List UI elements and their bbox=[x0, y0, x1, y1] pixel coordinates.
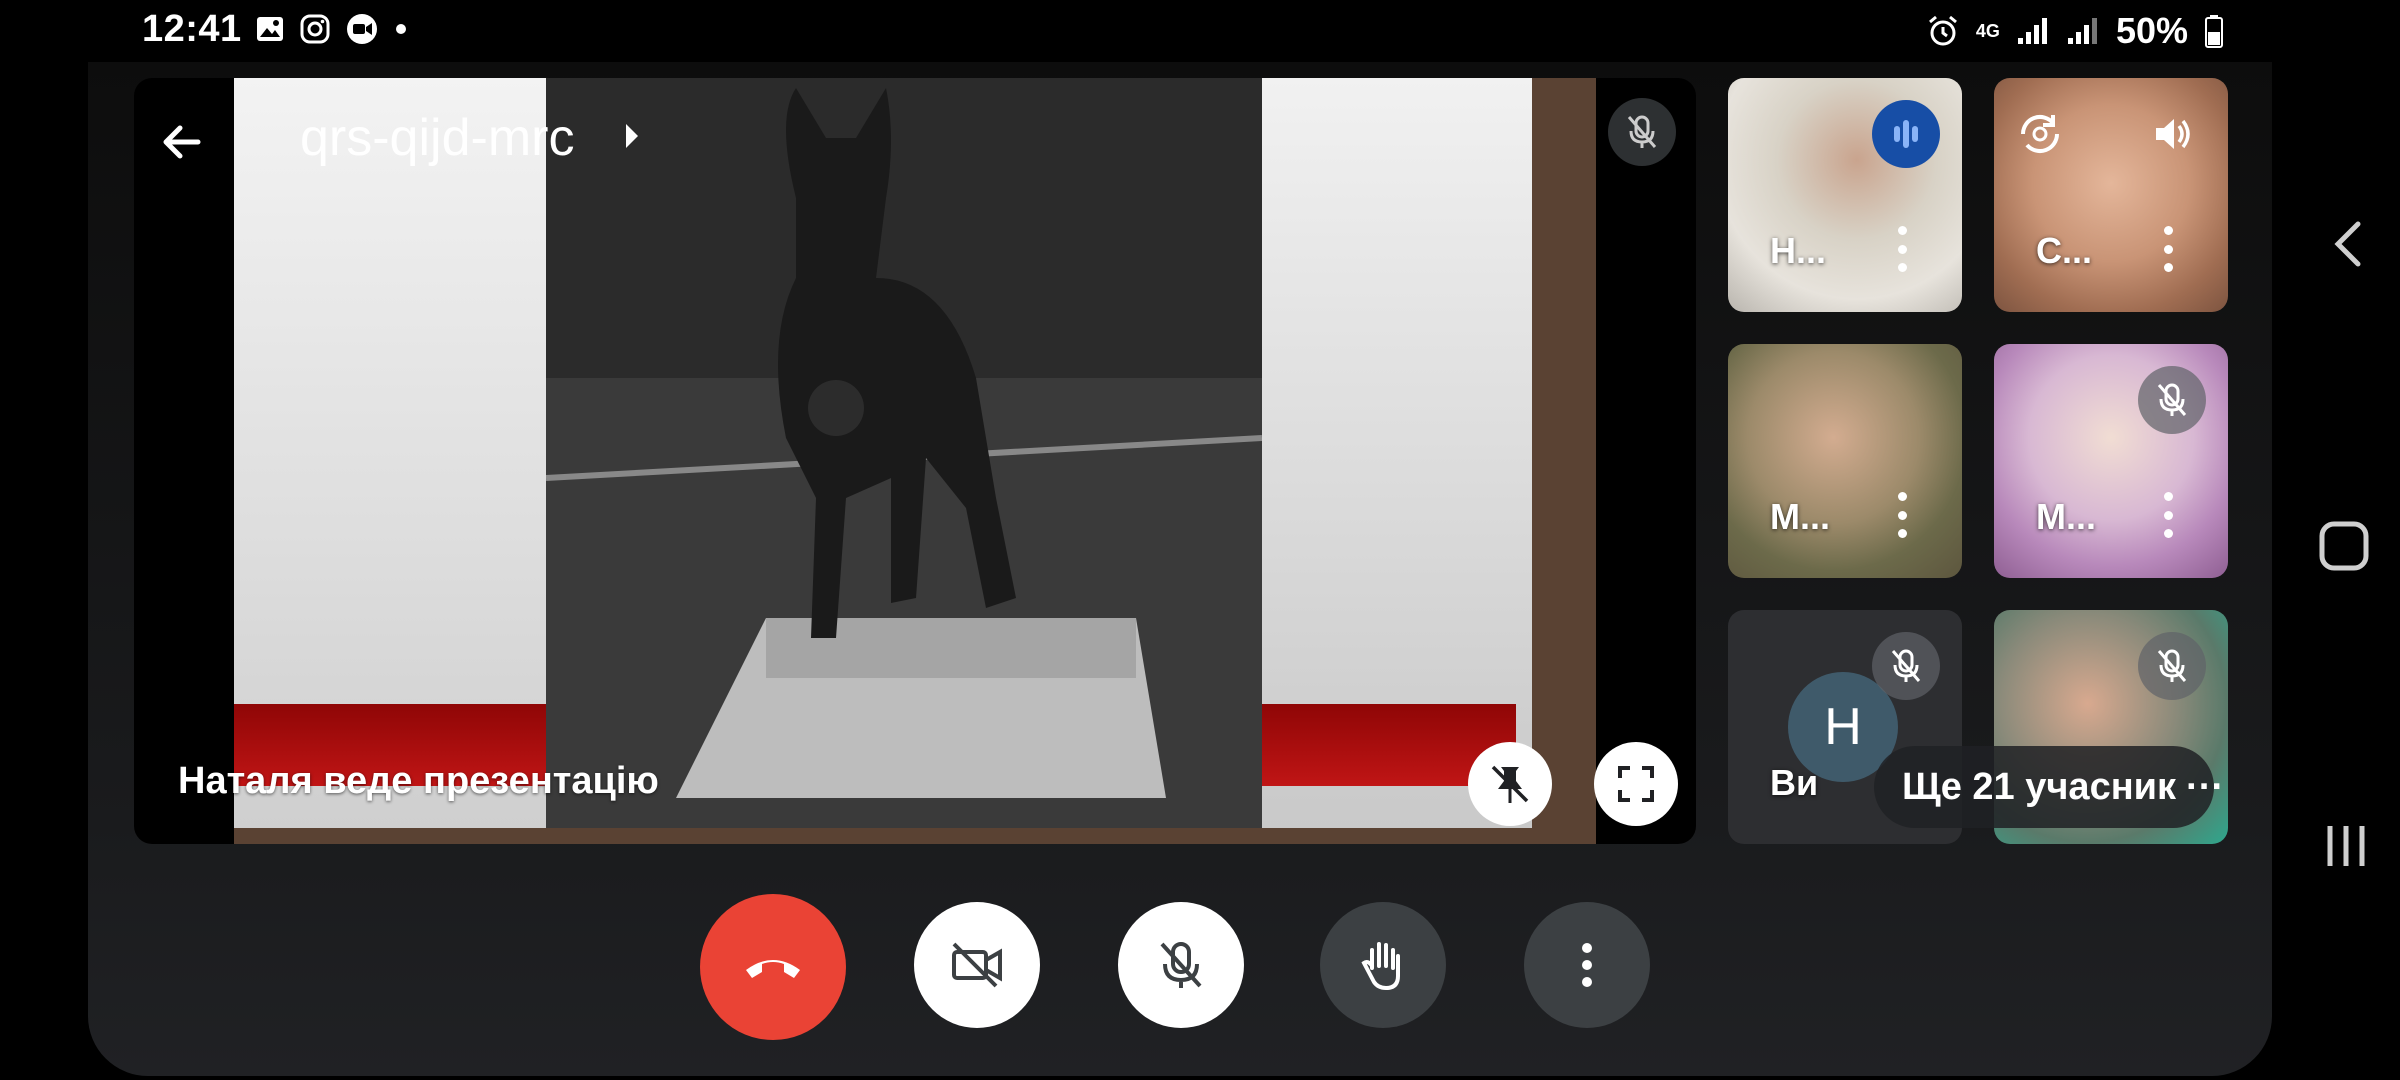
mic-off-icon bbox=[2157, 383, 2187, 416]
status-right-icons: 4G 50% bbox=[1926, 10, 2224, 52]
participant-name: Ви bbox=[1770, 762, 1819, 803]
more-vert-icon bbox=[1582, 943, 1592, 987]
shared-slide bbox=[234, 78, 1596, 844]
network-type: 4G bbox=[1975, 21, 2000, 41]
volume-icon bbox=[2156, 119, 2190, 149]
participant-tile[interactable]: Н... bbox=[1728, 78, 1962, 312]
unpin-button[interactable] bbox=[1468, 742, 1552, 826]
participant-tile[interactable]: М... bbox=[1728, 344, 1962, 578]
back-button[interactable] bbox=[150, 110, 214, 174]
battery-percent: 50% bbox=[2115, 10, 2188, 51]
nav-back-icon[interactable] bbox=[2318, 214, 2378, 274]
more-participants-button[interactable]: Ще 21 учасник ··· bbox=[1874, 746, 2224, 828]
dot-icon bbox=[396, 24, 406, 34]
raise-hand-button[interactable] bbox=[1320, 902, 1446, 1028]
nav-recents-icon[interactable] bbox=[2316, 818, 2376, 874]
more-vert-icon[interactable] bbox=[1894, 226, 1910, 272]
mic-off-indicator bbox=[2138, 366, 2206, 434]
presentation-mic-off-indicator bbox=[1608, 98, 1676, 166]
mic-off-icon bbox=[1891, 649, 1921, 682]
status-time: 12:41 bbox=[142, 8, 242, 50]
ellipsis-icon: ··· bbox=[2186, 765, 2225, 808]
speaking-indicator bbox=[1872, 100, 1940, 168]
signal-icon bbox=[2017, 18, 2047, 44]
alarm-icon bbox=[1928, 15, 1957, 46]
more-vert-icon[interactable] bbox=[2160, 226, 2176, 272]
instagram-icon bbox=[300, 14, 330, 44]
participant-name: М... bbox=[1770, 496, 1830, 537]
dog-statue-image bbox=[546, 78, 1262, 828]
arrow-back-icon bbox=[163, 125, 201, 159]
participant-tile[interactable]: С... bbox=[1994, 78, 2228, 312]
audio-indicator bbox=[2138, 100, 2206, 168]
status-bar: 12:41 4G 50% bbox=[0, 0, 2400, 60]
more-participants-label: Ще 21 учасник bbox=[1902, 765, 2177, 808]
presenter-label: Наталя веде презентацію bbox=[178, 760, 659, 802]
participant-name: М... bbox=[2036, 496, 2096, 537]
call-end-icon bbox=[746, 960, 800, 978]
nav-home-icon[interactable] bbox=[2316, 518, 2372, 574]
participant-name: С... bbox=[2036, 230, 2093, 271]
end-call-button[interactable] bbox=[700, 894, 846, 1040]
slide-photo bbox=[546, 78, 1262, 828]
mic-off-indicator bbox=[1872, 632, 1940, 700]
participant-name: Н... bbox=[1770, 230, 1827, 271]
status-left-icons bbox=[255, 12, 409, 46]
switch-camera-icon[interactable] bbox=[2006, 100, 2074, 168]
videocam-off-icon bbox=[952, 942, 1002, 988]
mic-off-icon bbox=[2157, 649, 2187, 682]
audio-wave-icon bbox=[1894, 120, 1918, 148]
mic-off-icon bbox=[1160, 942, 1202, 988]
pin-off-icon bbox=[1491, 765, 1529, 803]
presentation-tile[interactable] bbox=[134, 78, 1696, 844]
fullscreen-icon bbox=[1618, 766, 1654, 802]
fullscreen-button[interactable] bbox=[1594, 742, 1678, 826]
more-options-button[interactable] bbox=[1524, 902, 1650, 1028]
mic-off-icon bbox=[1627, 115, 1657, 148]
video-record-icon bbox=[347, 14, 377, 44]
battery-icon bbox=[2205, 15, 2223, 48]
gallery-icon bbox=[257, 17, 283, 41]
camera-toggle-button[interactable] bbox=[914, 902, 1040, 1028]
more-vert-icon[interactable] bbox=[2160, 492, 2176, 538]
microphone-toggle-button[interactable] bbox=[1118, 902, 1244, 1028]
more-vert-icon[interactable] bbox=[1894, 492, 1910, 538]
mic-off-indicator bbox=[2138, 632, 2206, 700]
participant-tile[interactable]: М... bbox=[1994, 344, 2228, 578]
hand-icon bbox=[1361, 942, 1400, 991]
signal-icon bbox=[2067, 18, 2097, 44]
meeting-code[interactable]: qrs-qijd-mrc bbox=[300, 108, 574, 168]
chevron-right-icon[interactable] bbox=[620, 120, 644, 152]
